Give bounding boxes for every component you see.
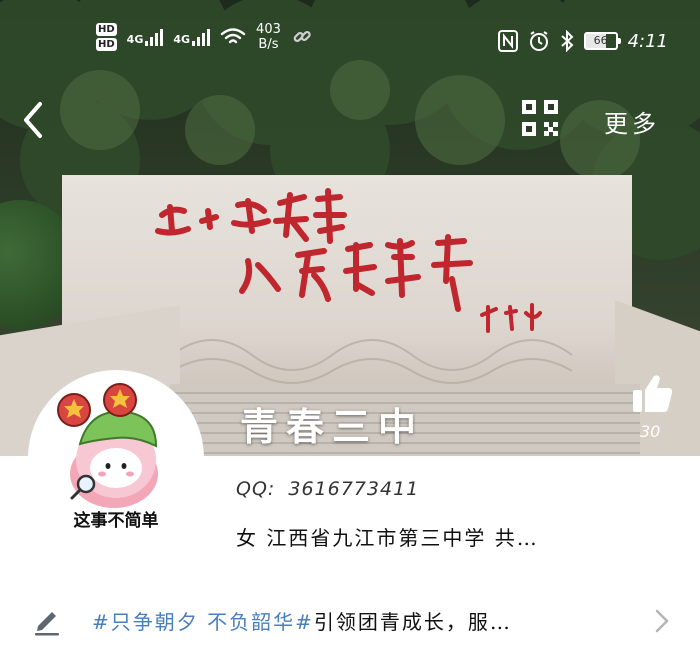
speed-unit: B/s xyxy=(258,37,279,52)
status-left: HD HD 4G 4G 403 B/s xyxy=(96,22,313,52)
speed-value: 403 xyxy=(256,22,281,37)
motto-text: #只争朝夕 不负韶华#引领团青成长，服… xyxy=(92,606,512,635)
motto-row[interactable]: #只争朝夕 不负韶华#引领团青成长，服… xyxy=(0,590,700,650)
link-icon xyxy=(293,30,311,43)
clock: 4:11 xyxy=(627,30,668,52)
qr-code-button[interactable] xyxy=(520,98,560,138)
signal-sim2: 4G xyxy=(173,28,211,46)
back-button[interactable] xyxy=(18,100,48,140)
signal-bars-icon xyxy=(192,28,211,46)
thumbs-up-icon xyxy=(633,375,673,412)
network-type-1: 4G xyxy=(126,33,144,46)
status-bar: HD HD 4G 4G 403 B/s 66 4:11 xyxy=(0,0,700,80)
motto-tag[interactable]: #只争朝夕 不负韶华# xyxy=(92,610,314,634)
network-speed: 403 B/s xyxy=(256,22,281,52)
avatar-caption: 这事不简单 xyxy=(73,511,159,531)
pencil-icon xyxy=(35,612,59,636)
hd-badge-2: HD xyxy=(96,38,117,51)
battery-icon: 66 xyxy=(583,32,621,50)
group-intro[interactable]: 女 江西省九江市第三中学 共… xyxy=(236,522,539,551)
chevron-right-icon xyxy=(655,609,669,633)
bluetooth-icon xyxy=(560,30,574,52)
qq-number: 3616773411 xyxy=(288,478,420,500)
alarm-icon xyxy=(529,31,548,51)
hd-badge-1: HD xyxy=(96,23,117,36)
chevron-left-icon xyxy=(24,102,42,138)
qq-label: QQ: xyxy=(236,478,276,500)
more-button[interactable]: 更多 xyxy=(604,104,660,139)
signal-sim1: 4G xyxy=(127,28,164,46)
group-name: 青春三中 xyxy=(240,404,425,449)
like-count: 30 xyxy=(640,422,661,441)
status-right: 66 4:11 xyxy=(497,30,668,52)
qr-code-icon xyxy=(522,100,558,136)
network-type-2: 4G xyxy=(173,33,191,46)
nfc-icon xyxy=(497,30,518,52)
hd-indicators: HD HD xyxy=(96,23,117,51)
avatar[interactable]: 这事不简单 xyxy=(28,370,204,546)
signal-bars-icon xyxy=(145,28,164,46)
qq-info: QQ: 3616773411 xyxy=(236,478,419,500)
like-button[interactable] xyxy=(630,372,674,416)
motto-body: 引领团青成长，服… xyxy=(313,610,512,634)
wifi-icon xyxy=(220,28,246,44)
